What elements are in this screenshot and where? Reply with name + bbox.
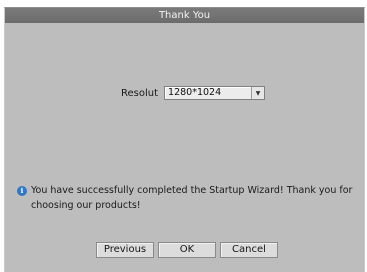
resolution-value: 1280*1024 [168, 87, 222, 98]
thank-you-dialog: Thank You Resolut 1280*1024 ▼ i You have… [4, 7, 365, 272]
previous-button[interactable]: Previous [96, 242, 154, 258]
resolution-row: Resolut 1280*1024 ▼ [121, 85, 266, 101]
dialog-title: Thank You [5, 8, 364, 23]
completion-text: You have successfully completed the Star… [31, 185, 353, 211]
cancel-button[interactable]: Cancel [220, 242, 278, 258]
chevron-down-icon[interactable]: ▼ [251, 87, 265, 99]
resolution-label: Resolut [121, 87, 159, 99]
completion-message: i You have successfully completed the St… [17, 183, 359, 213]
resolution-select[interactable]: 1280*1024 ▼ [164, 86, 266, 100]
info-icon: i [17, 186, 27, 196]
ok-button[interactable]: OK [158, 242, 216, 258]
